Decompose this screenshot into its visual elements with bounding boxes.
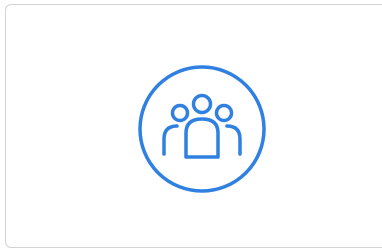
left-person-body xyxy=(162,124,179,156)
center-person-body xyxy=(184,117,220,159)
users-group-icon xyxy=(136,63,268,195)
team-card[interactable] xyxy=(5,4,382,248)
right-person-body xyxy=(225,124,242,156)
left-person-head xyxy=(170,103,190,123)
icon-ring xyxy=(138,65,266,193)
center-person-head xyxy=(191,93,213,115)
right-person-head xyxy=(214,103,234,123)
